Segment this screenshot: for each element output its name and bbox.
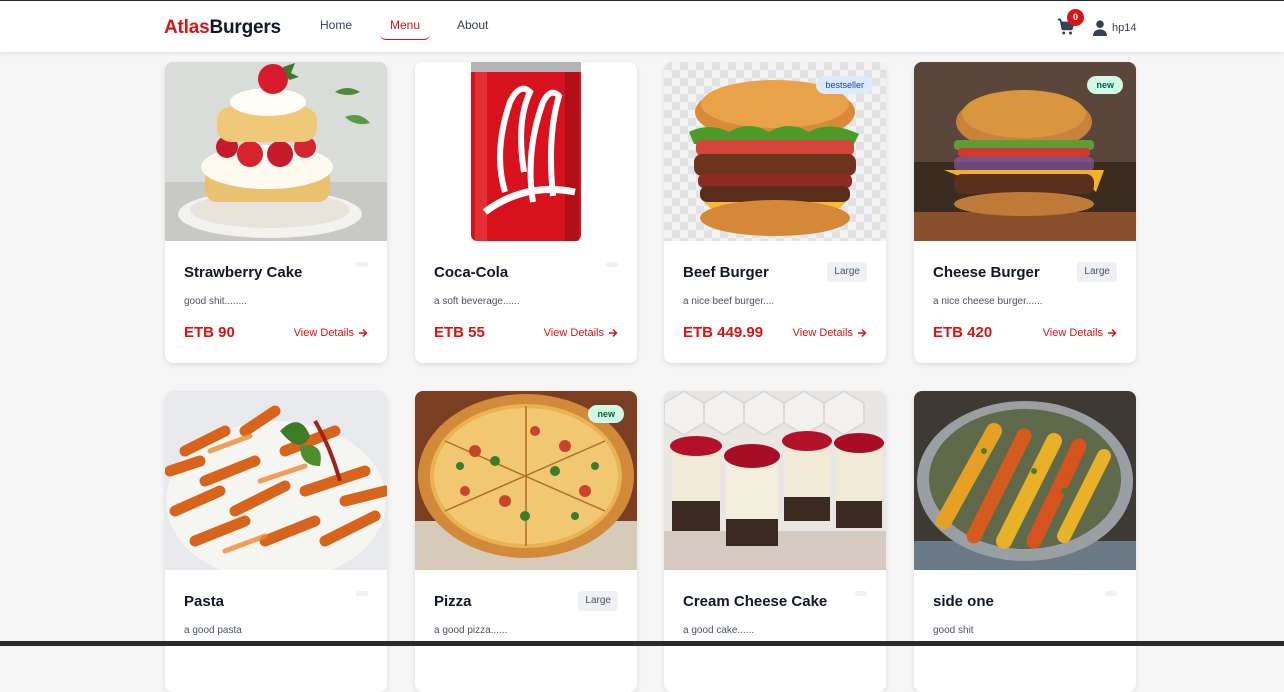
product-size-tag	[606, 262, 618, 267]
brand-part-1: Atlas	[164, 17, 210, 38]
product-size-tag	[1105, 591, 1117, 596]
product-image-cheese-burger: new	[914, 62, 1136, 241]
view-details-link[interactable]: View Details	[793, 327, 867, 339]
product-description: a good pizza......	[434, 625, 508, 636]
product-description: a good pasta	[184, 625, 242, 636]
product-image-coca-cola	[415, 62, 637, 241]
product-name: Beef Burger	[683, 264, 769, 281]
product-card[interactable]: side one good shit	[914, 391, 1136, 692]
view-details-label: View Details	[792, 327, 853, 339]
view-details-label: View Details	[1042, 327, 1103, 339]
product-description: good shit........	[184, 296, 247, 307]
product-size-tag	[356, 591, 368, 596]
product-description: a nice beef burger....	[683, 296, 775, 307]
nav-about[interactable]: About	[447, 12, 498, 40]
product-name: Coca-Cola	[434, 264, 509, 281]
product-size-tag	[855, 591, 867, 596]
arrow-right-icon	[609, 328, 618, 338]
product-description: a soft beverage......	[434, 296, 520, 307]
new-badge: new	[1087, 76, 1123, 94]
product-name: side one	[933, 593, 994, 610]
product-image-pizza: new	[415, 391, 637, 570]
product-card[interactable]: Pasta a good pasta	[165, 391, 387, 692]
product-name: Strawberry Cake	[184, 264, 303, 281]
arrow-right-icon	[359, 328, 368, 338]
product-name: Cream Cheese Cake	[683, 593, 828, 610]
product-size-tag	[356, 262, 368, 267]
view-details-link[interactable]: View Details	[1043, 327, 1117, 339]
nav-menu[interactable]: Menu	[380, 12, 431, 40]
nav-home[interactable]: Home	[310, 12, 362, 40]
product-size-tag: Large	[1077, 262, 1117, 282]
product-image-beef-burger: bestseller	[664, 62, 886, 241]
product-card[interactable]: Cream Cheese Cake a good cake......	[664, 391, 886, 692]
brand-logo[interactable]: AtlasBurgers	[164, 17, 281, 39]
product-image-pasta	[165, 391, 387, 570]
arrow-right-icon	[858, 328, 867, 338]
view-details-link[interactable]: View Details	[544, 327, 618, 339]
user-name: hp14	[1112, 22, 1137, 34]
view-details-label: View Details	[543, 327, 604, 339]
product-card[interactable]: new Cheese Burger Large a nice cheese bu…	[914, 62, 1136, 363]
new-badge: new	[588, 405, 624, 423]
view-details-label: View Details	[293, 327, 354, 339]
user-menu[interactable]: hp14	[1093, 19, 1136, 37]
product-description: a good cake......	[683, 625, 755, 636]
product-image-strawberry-cake	[165, 62, 387, 241]
taskbar-strip	[0, 641, 1284, 646]
bestseller-badge: bestseller	[816, 76, 873, 94]
arrow-right-icon	[1108, 328, 1117, 338]
product-card[interactable]: Strawberry Cake good shit........ ETB 90…	[165, 62, 387, 363]
product-size-tag: Large	[578, 591, 618, 611]
product-price: ETB 420	[933, 324, 993, 341]
cart-count-badge: 0	[1067, 9, 1084, 26]
product-price: ETB 55	[434, 324, 485, 341]
product-name: Pizza	[434, 593, 472, 610]
product-image-cream-cheese-cake	[664, 391, 886, 570]
product-card[interactable]: new Pizza Large a good pizza......	[415, 391, 637, 692]
product-size-tag: Large	[827, 262, 867, 282]
product-name: Cheese Burger	[933, 264, 1040, 281]
product-name: Pasta	[184, 593, 225, 610]
product-price: ETB 90	[184, 324, 235, 341]
view-details-link[interactable]: View Details	[294, 327, 368, 339]
product-description: good shit	[933, 625, 974, 636]
brand-part-2: Burgers	[209, 17, 281, 38]
product-card[interactable]: Coca-Cola a soft beverage...... ETB 55 V…	[415, 62, 637, 363]
product-card[interactable]: bestseller Beef Burger Large a nice beef…	[664, 62, 886, 363]
user-icon	[1093, 20, 1107, 36]
navbar: AtlasBurgers Home Menu About 0 hp14	[0, 1, 1284, 52]
product-image-side-one	[914, 391, 1136, 570]
product-description: a nice cheese burger......	[933, 296, 1043, 307]
product-price: ETB 449.99	[683, 324, 764, 341]
